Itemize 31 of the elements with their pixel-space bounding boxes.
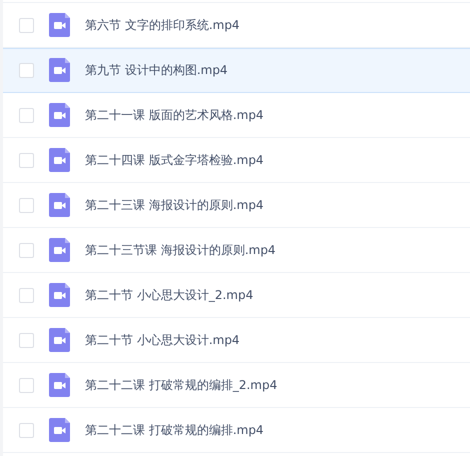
checkbox[interactable] [19,18,34,32]
checkbox[interactable] [19,242,34,258]
file-name: 第二十二课 打破常规的编排_2.mp4 [85,376,278,394]
checkbox[interactable] [19,422,34,438]
video-file-icon [49,238,70,262]
video-file-icon [49,328,70,352]
checkbox[interactable] [19,108,34,122]
video-file-icon [49,418,70,442]
video-file-icon [49,373,70,397]
video-file-icon [49,148,70,172]
file-name: 第二十四课 版式金字塔检验.mp4 [85,152,264,168]
video-file-icon [49,13,70,37]
checkbox[interactable] [19,62,34,78]
checkbox[interactable] [19,288,34,302]
file-name: 第二十一课 版面的艺术风格.mp4 [85,106,264,124]
file-name: 第九节 设计中的构图.mp4 [85,62,228,78]
file-name: 第六节 文字的排印系统.mp4 [85,16,240,34]
video-file-icon [49,103,70,127]
file-name: 第二十三课 海报设计的原则.mp4 [85,196,264,214]
checkbox[interactable] [19,152,34,168]
checkbox[interactable] [19,198,34,212]
checkbox[interactable] [19,332,34,348]
file-name: 第二十二课 打破常规的编排.mp4 [85,422,264,438]
file-name: 第二十三节课 海报设计的原则.mp4 [85,242,276,258]
video-file-icon [49,58,70,82]
file-row[interactable]: 第九节 设计中的构图.mp4 [3,48,470,93]
video-file-icon [49,193,70,217]
file-name: 第二十节 小心思大设计.mp4 [85,332,240,348]
file-name: 第二十节 小心思大设计_2.mp4 [85,286,254,304]
video-file-icon [49,283,70,307]
checkbox[interactable] [19,378,34,392]
